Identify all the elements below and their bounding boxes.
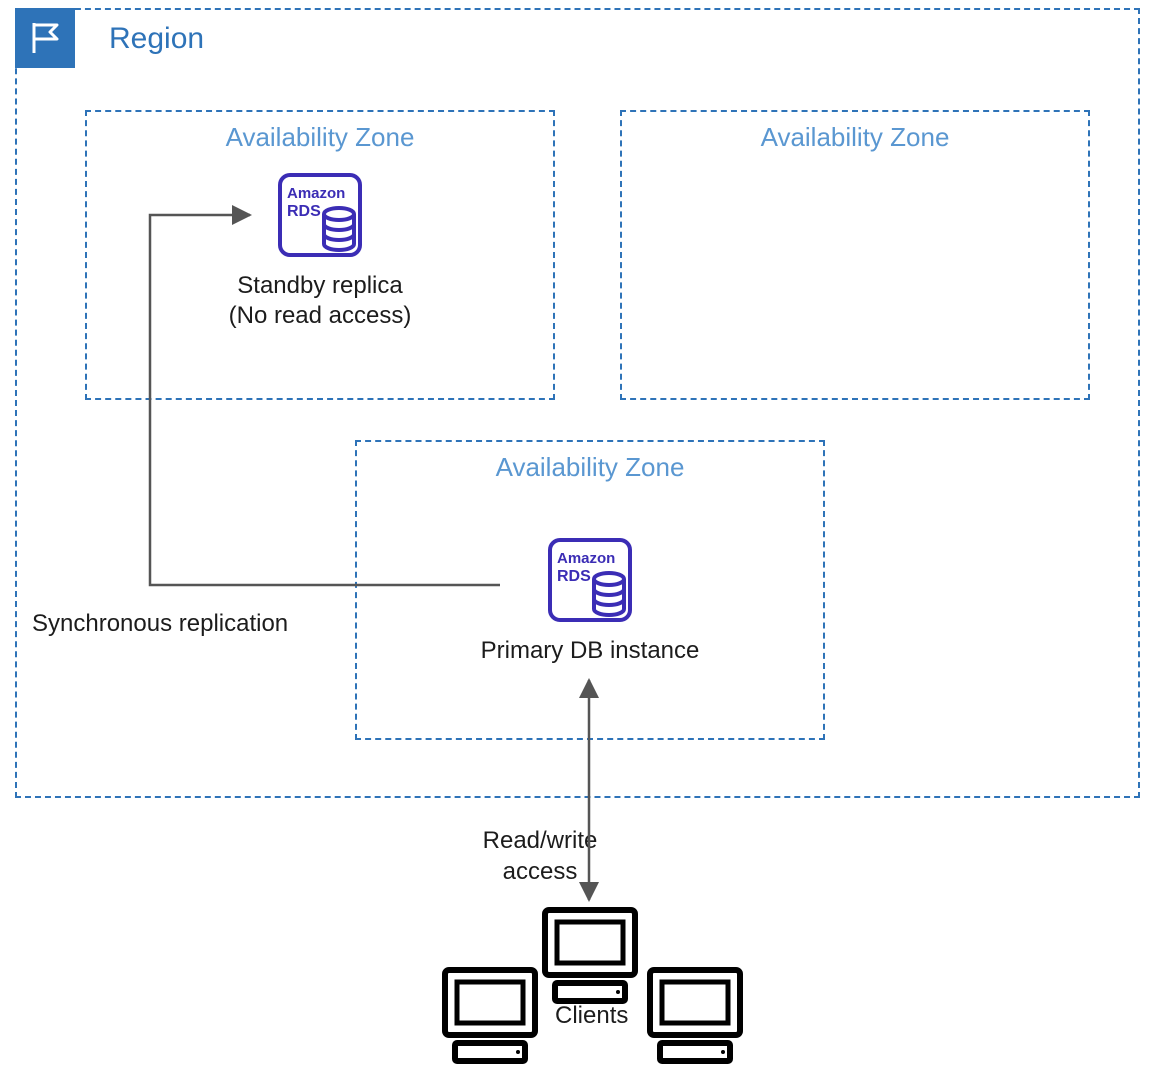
rds-icon-standby: Amazon RDS (275, 170, 365, 265)
architecture-diagram: Region Availability Zone Availability Zo… (0, 0, 1160, 1081)
access-label: Read/write access (465, 825, 615, 887)
clients-group (405, 905, 775, 1075)
primary-caption: Primary DB instance (460, 636, 720, 666)
svg-text:Amazon: Amazon (557, 550, 615, 567)
az1-title: Availability Zone (226, 122, 415, 153)
standby-replica-block: Amazon RDS Standby replica (No read acce… (190, 170, 450, 331)
region-flag-icon (15, 8, 75, 68)
svg-text:RDS: RDS (287, 203, 321, 220)
replication-label: Synchronous replication (32, 608, 288, 639)
svg-text:Amazon: Amazon (287, 185, 345, 202)
access-label-line1: Read/write (483, 827, 598, 854)
az2-title: Availability Zone (761, 122, 950, 153)
access-label-line2: access (503, 858, 578, 885)
svg-text:RDS: RDS (557, 568, 591, 585)
region-title: Region (109, 22, 204, 56)
rds-icon-primary: Amazon RDS (545, 535, 635, 630)
az3-title: Availability Zone (496, 452, 685, 483)
standby-caption-line1: Standby replica (237, 272, 402, 299)
standby-caption: Standby replica (No read access) (190, 271, 450, 331)
primary-db-block: Amazon RDS Primary DB instance (460, 535, 720, 666)
availability-zone-2: Availability Zone (620, 110, 1090, 400)
standby-caption-line2: (No read access) (229, 302, 412, 329)
